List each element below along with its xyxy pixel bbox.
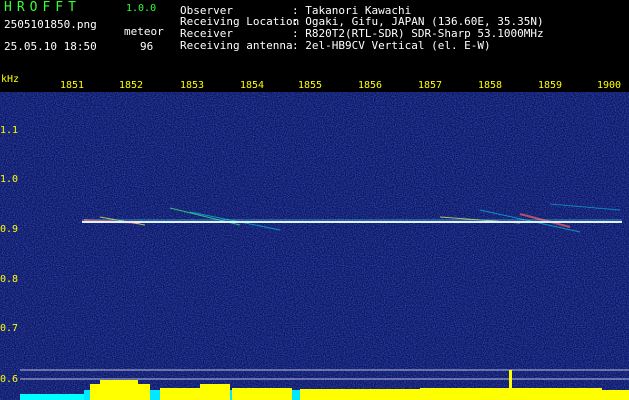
y-tick-label: 0.9 (0, 224, 19, 235)
detection-mode-label: meteor (124, 25, 164, 38)
y-tick-label: 0.6 (0, 374, 19, 385)
app-version: 1.0.0 (126, 3, 157, 14)
x-tick-label: 1857 (418, 80, 443, 91)
level-bar (100, 380, 138, 400)
spectrogram-noise (0, 92, 629, 400)
antenna-value: : 2el-HB9CV Vertical (el. E-W) (292, 39, 491, 52)
header-panel: HROFFT 1.0.0 2505101850.png meteor 25.05… (0, 0, 629, 72)
x-tick-label: 1856 (358, 80, 383, 91)
spectrogram-plot (0, 92, 629, 400)
antenna-label: Receiving antenna (180, 39, 293, 52)
level-bar (602, 390, 629, 400)
x-tick-label: 1852 (119, 80, 144, 91)
x-tick-label: 1855 (298, 80, 323, 91)
y-tick-label: 1.0 (0, 174, 19, 185)
level-bar (512, 388, 602, 400)
y-axis-unit: kHz (1, 74, 20, 85)
app-title: HROFFT (4, 0, 81, 15)
file-name: 2505101850.png (4, 18, 97, 31)
x-tick-label: 1900 (597, 80, 622, 91)
capture-datetime: 25.05.10 18:50 (4, 40, 97, 53)
x-tick-label: 1854 (240, 80, 265, 91)
level-spike (509, 370, 512, 400)
y-tick-label: 1.1 (0, 125, 19, 136)
meteor-count: 96 (140, 40, 154, 53)
level-bar (300, 389, 420, 400)
level-bar (200, 384, 230, 400)
x-tick-label: 1851 (60, 80, 85, 91)
x-tick-label: 1859 (538, 80, 563, 91)
x-tick-label: 1853 (180, 80, 205, 91)
x-tick-label: 1858 (478, 80, 503, 91)
y-tick-label: 0.7 (0, 323, 19, 334)
level-bar (232, 388, 292, 400)
level-bar (420, 388, 510, 400)
y-tick-label: 0.8 (0, 274, 19, 285)
level-bar-low (20, 394, 84, 400)
